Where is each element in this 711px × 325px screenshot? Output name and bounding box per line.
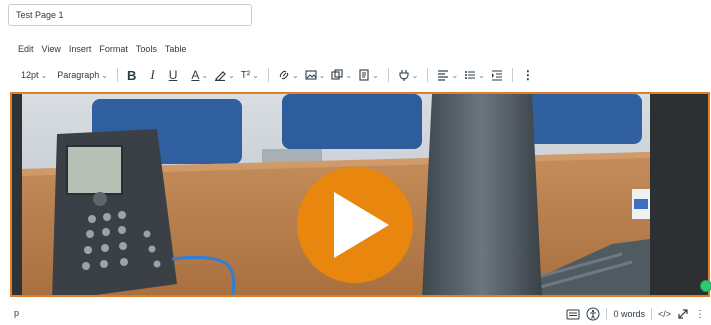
italic-button[interactable]: I [147, 66, 157, 84]
document-button[interactable]: ⌄ [355, 66, 382, 84]
more-vertical-icon: ⋮ [521, 68, 534, 82]
chevron-down-icon: ⌄ [291, 70, 299, 80]
bullet-list-icon [465, 71, 476, 79]
link-button[interactable]: ⌄ [275, 66, 302, 84]
media-icon [331, 69, 343, 80]
chevron-down-icon: ⌄ [345, 70, 353, 80]
chevron-down-icon: ⌄ [40, 70, 48, 80]
more-options-button[interactable]: ⋮ [519, 66, 537, 84]
toolbar-separator [116, 68, 118, 82]
plug-icon [399, 70, 409, 81]
element-path[interactable]: p [14, 308, 19, 318]
menu-table[interactable]: Table [165, 44, 187, 56]
chevron-down-icon: ⌄ [451, 70, 459, 80]
highlight-color-button[interactable]: ⌄ [211, 66, 238, 84]
editor-toolbar: 12pt ⌄ Paragraph ⌄ B I U A ⌄ ⌄ T² ⌄ ⌄ ⌄ … [18, 66, 711, 84]
block-format-value: Paragraph [57, 70, 100, 80]
menu-view[interactable]: View [42, 44, 61, 56]
chevron-down-icon: ⌄ [101, 70, 108, 80]
superscript-label: T² [240, 69, 251, 81]
align-left-icon [438, 70, 449, 81]
statusbar-right: 0 words </> ⋮ [566, 306, 705, 322]
toolbar-separator [267, 68, 269, 82]
html-editor-toggle[interactable]: </> [658, 309, 671, 319]
font-size-value: 12pt [21, 70, 39, 80]
bold-label: B [126, 67, 137, 83]
statusbar-separator [606, 308, 608, 320]
indent-button[interactable] [488, 66, 506, 84]
chevron-down-icon: ⌄ [201, 70, 209, 80]
page-title-input[interactable] [8, 4, 252, 26]
chevron-down-icon: ⌄ [228, 70, 235, 80]
italic-label: I [150, 67, 155, 82]
menu-edit[interactable]: Edit [18, 44, 34, 56]
link-icon [279, 70, 289, 80]
apps-plugin-button[interactable]: ⌄ [395, 66, 422, 84]
toolbar-separator [427, 68, 429, 82]
video-thumbnail [12, 94, 708, 295]
accessibility-icon[interactable] [586, 307, 600, 321]
chevron-down-icon: ⌄ [372, 70, 379, 80]
chevron-down-icon: ⌄ [252, 70, 259, 80]
toolbar-separator [387, 68, 389, 82]
font-size-select[interactable]: 12pt ⌄ [18, 66, 50, 84]
menu-bar: Edit View Insert Format Tools Table [18, 44, 186, 56]
chevron-down-icon: ⌄ [478, 70, 485, 80]
editor-content-area[interactable] [10, 92, 710, 297]
highlighter-icon [215, 71, 226, 81]
chevron-down-icon: ⌄ [411, 70, 419, 80]
media-button[interactable]: ⌄ [328, 66, 355, 84]
text-color-label: A [191, 68, 200, 82]
keyboard-icon[interactable] [566, 308, 580, 320]
image-button[interactable]: ⌄ [302, 66, 329, 84]
align-button[interactable]: ⌄ [434, 66, 461, 84]
indent-icon [491, 70, 502, 81]
image-icon [305, 70, 317, 80]
toolbar-separator [511, 68, 513, 82]
fullscreen-icon[interactable] [677, 308, 689, 320]
text-color-button[interactable]: A ⌄ [188, 66, 211, 84]
block-format-select[interactable]: Paragraph ⌄ [54, 66, 111, 84]
bold-button[interactable]: B [124, 66, 139, 84]
menu-tools[interactable]: Tools [136, 44, 157, 56]
underline-label: U [168, 68, 178, 82]
editor-statusbar: p 0 words </> ⋮ [0, 306, 711, 322]
word-count: 0 words [613, 309, 645, 319]
document-icon [359, 69, 369, 81]
underline-button[interactable]: U [166, 66, 181, 84]
bullet-list-button[interactable]: ⌄ [461, 66, 488, 84]
status-indicator-icon [700, 280, 711, 292]
statusbar-separator [650, 308, 652, 320]
menu-format[interactable]: Format [99, 44, 128, 56]
superscript-button[interactable]: T² ⌄ [238, 66, 262, 84]
chevron-down-icon: ⌄ [318, 70, 326, 80]
resize-handle-icon[interactable]: ⋮ [695, 309, 705, 320]
menu-insert[interactable]: Insert [69, 44, 92, 56]
